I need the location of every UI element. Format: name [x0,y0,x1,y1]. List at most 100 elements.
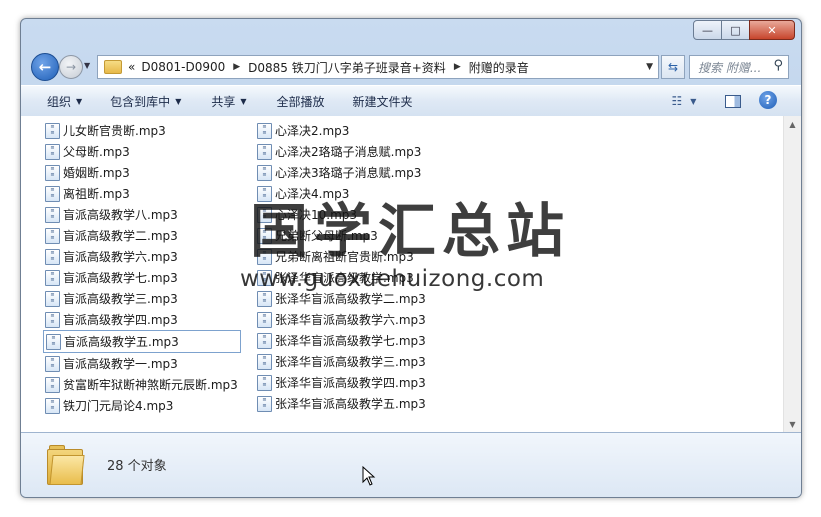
file-name: 张泽华盲派高级教学五.mp3 [275,397,426,411]
file-name: 张泽华盲派高级教学四.mp3 [275,376,426,390]
file-item[interactable]: ≡ ≡ 盲派高级教学八.mp3 [43,204,241,225]
vertical-scrollbar[interactable]: ▲ ▼ [783,116,801,432]
chevron-down-icon: ▼ [240,96,247,106]
audio-file-icon: ≡ ≡ [257,374,272,391]
file-item[interactable]: ≡ ≡ 心泽决3珞璐子消息赋.mp3 [255,162,429,183]
audio-file-icon: ≡ ≡ [45,248,60,265]
forward-button[interactable]: → [59,55,83,79]
file-item[interactable]: ≡ ≡ 张泽华盲派高级教学五.mp3 [255,393,429,414]
audio-file-icon: ≡ ≡ [45,227,60,244]
file-item[interactable]: ≡ ≡ 兄弟断父母断.mp3 [255,225,429,246]
audio-file-icon: ≡ ≡ [257,122,272,139]
chevron-down-icon[interactable]: ▼ [646,62,653,72]
file-item[interactable]: ≡ ≡ 盲派高级教学六.mp3 [43,246,241,267]
file-item[interactable]: ≡ ≡ 张泽华盲派高级教学七.mp3 [255,330,429,351]
breadcrumb-item[interactable]: D0801-D0900 [141,60,225,74]
breadcrumb-overflow[interactable]: « [128,60,135,74]
audio-file-icon: ≡ ≡ [46,333,61,350]
maximize-button[interactable]: □ [721,20,750,40]
preview-pane-button[interactable] [723,92,743,110]
file-name: 盲派高级教学四.mp3 [63,313,178,327]
file-name: 婚姻断.mp3 [63,166,130,180]
back-button[interactable]: ← [31,53,59,81]
file-item[interactable]: ≡ ≡ 心泽决2.mp3 [255,120,429,141]
share-button[interactable]: 共享 ▼ [205,90,252,113]
scroll-down-icon[interactable]: ▼ [784,416,801,432]
chevron-right-icon[interactable]: ▶ [233,62,240,72]
file-item[interactable]: ≡ ≡ 盲派高级教学五.mp3 [43,330,241,353]
view-options-button[interactable]: ☷ ▼ [667,92,701,110]
file-item[interactable]: ≡ ≡ 离祖断.mp3 [43,183,241,204]
file-item[interactable]: ≡ ≡ 盲派高级教学一.mp3 [43,353,241,374]
audio-file-icon: ≡ ≡ [257,332,272,349]
arrow-right-icon: → [65,60,77,74]
file-list-pane[interactable]: ≡ ≡ 儿女断官贵断.mp3 ≡ ≡ 父母断.mp3 ≡ ≡ 婚姻断.mp3 ≡ ≡ 离祖断.mp3 ≡… [21,116,783,432]
file-item[interactable]: ≡ ≡ 兄弟断离祖断官贵断.mp3 [255,246,429,267]
file-item[interactable]: ≡ ≡ 婚姻断.mp3 [43,162,241,183]
file-item[interactable]: ≡ ≡ 盲派高级教学七.mp3 [43,267,241,288]
file-item[interactable]: ≡ ≡ 父母断.mp3 [43,141,241,162]
play-all-button[interactable]: 全部播放 [271,90,331,113]
audio-file-icon: ≡ ≡ [257,185,272,202]
file-item[interactable]: ≡ ≡ 张泽华盲派高级教学.mp3 [255,267,429,288]
new-folder-button[interactable]: 新建文件夹 [347,90,419,113]
breadcrumb-item[interactable]: D0885 铁刀门八字弟子班录音+资料 [248,59,446,76]
history-dropdown-icon[interactable]: ▼ [84,61,90,70]
file-item[interactable]: ≡ ≡ 心泽决4.mp3 [255,183,429,204]
file-item[interactable]: ≡ ≡ 张泽华盲派高级教学二.mp3 [255,288,429,309]
search-icon[interactable]: ⚲ [773,58,783,73]
chevron-down-icon: ▼ [76,96,83,106]
file-name: 心泽决10.mp3 [275,208,358,222]
file-item[interactable]: ≡ ≡ 张泽华盲派高级教学四.mp3 [255,372,429,393]
file-name: 盲派高级教学二.mp3 [63,229,178,243]
refresh-button[interactable]: ⇆ [661,55,685,79]
share-label: 共享 [211,94,236,109]
address-bar[interactable]: « D0801-D0900 ▶ D0885 铁刀门八字弟子班录音+资料 ▶ 附赠… [97,55,659,79]
file-name: 盲派高级教学三.mp3 [63,292,178,306]
help-button[interactable]: ? [759,91,777,109]
window-controls: — □ ✕ [693,20,795,40]
navigation-bar: ← → ▼ « D0801-D0900 ▶ D0885 铁刀门八字弟子班录音+资… [21,51,801,83]
file-name: 张泽华盲派高级教学.mp3 [275,271,414,285]
close-button[interactable]: ✕ [749,20,795,40]
file-item[interactable]: ≡ ≡ 张泽华盲派高级教学六.mp3 [255,309,429,330]
file-item[interactable]: ≡ ≡ 贫富断牢狱断神煞断元辰断.mp3 [43,374,241,395]
chevron-right-icon[interactable]: ▶ [454,62,461,72]
audio-file-icon: ≡ ≡ [45,122,60,139]
audio-file-icon: ≡ ≡ [257,248,272,265]
breadcrumb-item[interactable]: 附赠的录音 [469,59,529,76]
include-in-library-button[interactable]: 包含到库中 ▼ [104,90,187,113]
file-name: 父母断.mp3 [63,145,130,159]
file-column-2: ≡ ≡ 心泽决2.mp3 ≡ ≡ 心泽决2珞璐子消息赋.mp3 ≡ ≡ 心泽决3珞璐子消息赋.m… [255,120,429,414]
include-in-library-label: 包含到库中 [110,94,171,109]
folder-icon [104,60,122,74]
explorer-window: — □ ✕ ← → ▼ « D0801-D0900 ▶ D0885 铁刀门八字弟… [20,18,802,498]
file-name: 兄弟断离祖断官贵断.mp3 [275,250,414,264]
file-name: 盲派高级教学八.mp3 [63,208,178,222]
scroll-up-icon[interactable]: ▲ [784,116,801,132]
file-name: 心泽决2珞璐子消息赋.mp3 [275,145,422,159]
organize-button[interactable]: 组织 ▼ [41,90,88,113]
file-item[interactable]: ≡ ≡ 心泽决2珞璐子消息赋.mp3 [255,141,429,162]
file-item[interactable]: ≡ ≡ 儿女断官贵断.mp3 [43,120,241,141]
details-pane: 28 个对象 [21,432,801,497]
file-item[interactable]: ≡ ≡ 张泽华盲派高级教学三.mp3 [255,351,429,372]
search-input[interactable]: 搜索 附赠... ⚲ [689,55,789,79]
chevron-down-icon: ▼ [175,96,182,106]
audio-file-icon: ≡ ≡ [45,269,60,286]
file-item[interactable]: ≡ ≡ 盲派高级教学三.mp3 [43,288,241,309]
audio-file-icon: ≡ ≡ [45,376,60,393]
file-item[interactable]: ≡ ≡ 心泽决10.mp3 [255,204,429,225]
file-item[interactable]: ≡ ≡ 盲派高级教学四.mp3 [43,309,241,330]
file-name: 盲派高级教学六.mp3 [63,250,178,264]
audio-file-icon: ≡ ≡ [257,269,272,286]
file-name: 离祖断.mp3 [63,187,130,201]
audio-file-icon: ≡ ≡ [45,397,60,414]
file-item[interactable]: ≡ ≡ 盲派高级教学二.mp3 [43,225,241,246]
audio-file-icon: ≡ ≡ [45,311,60,328]
minimize-button[interactable]: — [693,20,722,40]
audio-file-icon: ≡ ≡ [45,206,60,223]
folder-icon [47,443,85,485]
file-item[interactable]: ≡ ≡ 铁刀门元局论4.mp3 [43,395,241,416]
file-name: 盲派高级教学七.mp3 [63,271,178,285]
